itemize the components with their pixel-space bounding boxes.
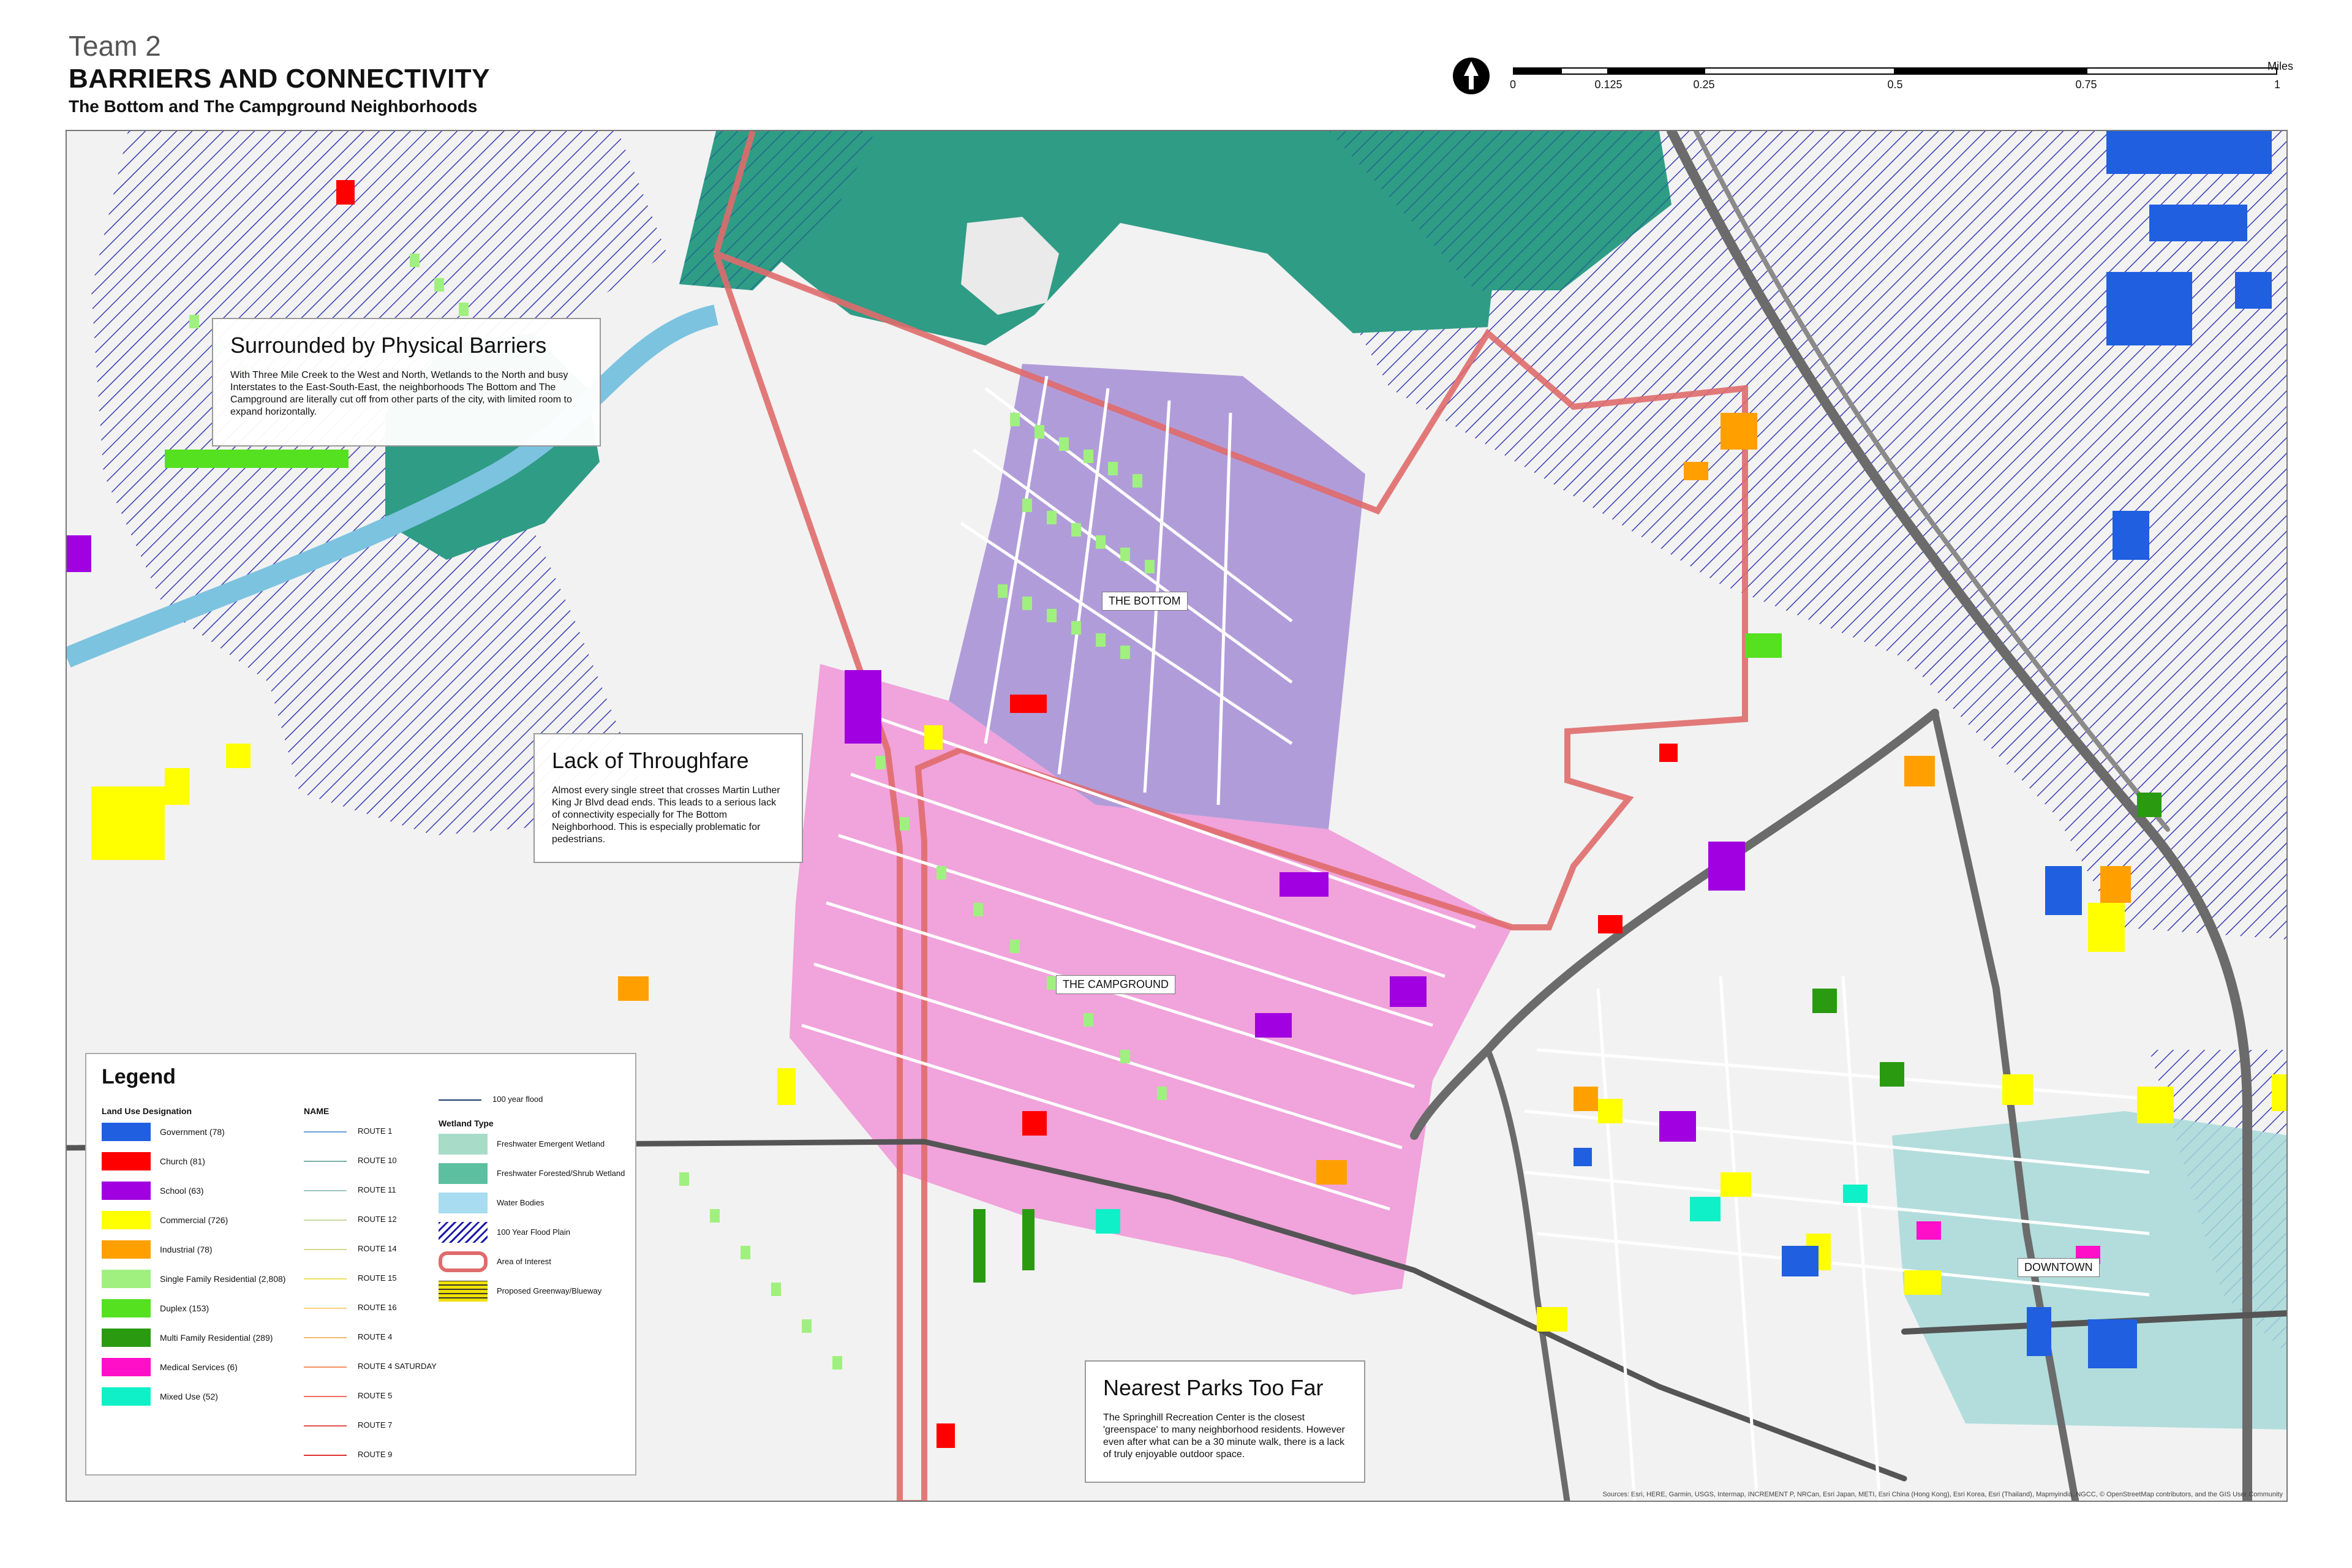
callout-nearest-parks: Nearest Parks Too Far The Springhill Rec… [1085,1360,1365,1483]
legend-label: Freshwater Forested/Shrub Wetland [497,1169,625,1178]
team-label: Team 2 [69,30,161,62]
legend-routes-heading: NAME [304,1106,330,1116]
callout-physical-barriers: Surrounded by Physical Barriers With Thr… [212,318,601,447]
legend-label: Water Bodies [497,1198,545,1207]
legend-label: Mixed Use (52) [160,1392,218,1401]
legend-label: Medical Services (6) [160,1362,238,1372]
legend-title: Legend [102,1065,176,1088]
legend-land-use-heading: Land Use Designation [102,1106,192,1116]
scale-unit: Miles [2267,60,2294,72]
legend-label: ROUTE 4 SATURDAY [358,1362,437,1371]
scale-tick: 1 [2274,78,2281,91]
legend-label: 100 Year Flood Plain [497,1227,570,1237]
legend-label: ROUTE 11 [358,1185,396,1194]
legend-label: Duplex (153) [160,1303,209,1313]
legend-label: School (63) [160,1186,204,1196]
north-arrow-icon [1453,58,1490,94]
legend-label: Proposed Greenway/Blueway [497,1286,602,1295]
scale-tick: 0.25 [1693,78,1715,91]
map-title: BARRIERS AND CONNECTIVITY [69,64,491,94]
scale-tick: 0 [1509,78,1517,91]
legend-label: ROUTE 16 [358,1303,397,1312]
callout-lack-of-throughfare: Lack of Throughfare Almost every single … [533,733,803,863]
callout-title: Surrounded by Physical Barriers [230,333,547,358]
legend-label: ROUTE 14 [358,1244,397,1253]
legend-label: ROUTE 5 [358,1391,393,1400]
map-canvas[interactable]: THE BOTTOM THE CAMPGROUND DOWNTOWN Surro… [66,130,2288,1502]
callout-body: The Springhill Recreation Center is the … [1103,1412,1345,1460]
callout-body: With Three Mile Creek to the West and No… [230,370,572,417]
area-label-the-campground: THE CAMPGROUND [1056,975,1176,994]
legend-label: Single Family Residential (2,808) [160,1274,286,1284]
legend-label: Freshwater Emergent Wetland [497,1139,605,1148]
scale-tick: 0.5 [1887,78,1903,91]
map-subtitle: The Bottom and The Campground Neighborho… [69,97,478,116]
callout-title: Lack of Throughfare [552,748,749,773]
scale-tick: 0.75 [2075,78,2097,91]
area-label-downtown: DOWNTOWN [2018,1258,2100,1277]
legend-label: Multi Family Residential (289) [160,1333,273,1343]
legend-label: ROUTE 7 [358,1420,393,1430]
legend-label: Government (78) [160,1127,225,1137]
legend-label: ROUTE 15 [358,1273,397,1283]
map-attribution: Sources: Esri, HERE, Garmin, USGS, Inter… [1602,1491,2283,1498]
callout-title: Nearest Parks Too Far [1103,1375,1324,1400]
legend-wetland-heading: Wetland Type [439,1118,494,1128]
legend-panel: Legend Land Use Designation Government (… [85,1053,636,1476]
scale-bar: 0 0.125 0.25 0.5 0.75 1 Miles [1509,60,2293,110]
legend-label: Church (81) [160,1156,205,1166]
legend-label: ROUTE 4 [358,1332,393,1341]
callout-body: Almost every single street that crosses … [552,785,780,845]
legend-label: Commercial (726) [160,1215,228,1225]
legend-label: ROUTE 10 [358,1156,397,1165]
legend-label: 100 year flood [492,1095,543,1104]
legend-label: Area of Interest [497,1257,551,1266]
scale-tick: 0.125 [1594,78,1623,91]
legend-label: Industrial (78) [160,1245,213,1254]
legend-label: ROUTE 9 [358,1450,393,1459]
area-label-the-bottom: THE BOTTOM [1102,592,1188,611]
legend-label: ROUTE 12 [358,1215,397,1224]
legend-label: ROUTE 1 [358,1126,393,1136]
